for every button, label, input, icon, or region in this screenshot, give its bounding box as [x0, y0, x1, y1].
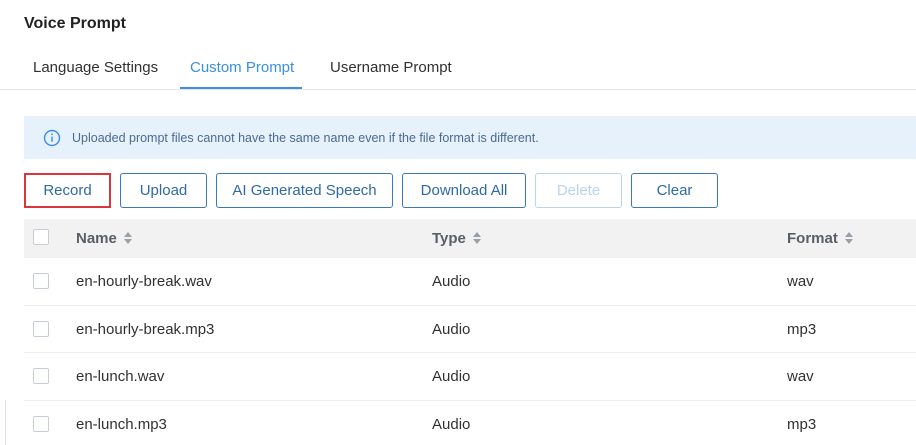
column-header-type[interactable]: Type: [432, 219, 482, 258]
page-title: Voice Prompt: [24, 15, 126, 32]
clear-button[interactable]: Clear: [631, 173, 718, 208]
column-header-name[interactable]: Name: [76, 219, 133, 258]
record-button[interactable]: Record: [24, 173, 111, 208]
info-icon: [43, 129, 61, 147]
column-header-name-label: Name: [76, 230, 117, 247]
row-checkbox[interactable]: [33, 320, 49, 337]
active-tab-indicator: [180, 87, 302, 89]
cell-type: Audio: [432, 415, 471, 433]
select-all-checkbox[interactable]: [33, 229, 49, 245]
ai-generated-speech-button[interactable]: AI Generated Speech: [216, 173, 393, 208]
cell-name: en-lunch.mp3: [76, 415, 167, 433]
notice-text: Uploaded prompt files cannot have the sa…: [72, 130, 539, 145]
table-header: Name Type Format: [24, 219, 916, 258]
table-row[interactable]: en-lunch.mp3 Audio mp3: [24, 401, 916, 445]
cell-type: Audio: [432, 273, 471, 290]
cell-format: wav: [787, 368, 814, 385]
cell-name: en-hourly-break.mp3: [76, 320, 215, 338]
tab-language-settings[interactable]: Language Settings: [33, 48, 158, 89]
column-header-format-label: Format: [787, 230, 838, 247]
column-header-format[interactable]: Format: [787, 219, 854, 258]
table-row[interactable]: en-lunch.wav Audio wav: [24, 353, 916, 401]
info-notice: Uploaded prompt files cannot have the sa…: [24, 116, 916, 159]
row-checkbox[interactable]: [33, 368, 49, 384]
sort-icon[interactable]: [123, 221, 133, 244]
sort-icon[interactable]: [844, 221, 854, 244]
cell-type: Audio: [432, 368, 471, 385]
cell-type: Audio: [432, 320, 471, 338]
window-edge: [0, 400, 6, 445]
download-all-button[interactable]: Download All: [402, 173, 526, 208]
table-row[interactable]: en-hourly-break.mp3 Audio mp3: [24, 306, 916, 353]
tab-bar: Language Settings Custom Prompt Username…: [0, 48, 916, 90]
table-row[interactable]: en-hourly-break.wav Audio wav: [24, 258, 916, 306]
tab-username-prompt[interactable]: Username Prompt: [330, 48, 452, 89]
column-header-type-label: Type: [432, 230, 466, 247]
cell-format: mp3: [787, 415, 817, 433]
cell-format: wav: [787, 273, 814, 290]
row-checkbox[interactable]: [33, 415, 49, 432]
sort-icon[interactable]: [472, 221, 482, 244]
delete-button[interactable]: Delete: [535, 173, 622, 208]
prompt-table: Name Type Format en-hourly-break.wav Aud…: [24, 219, 916, 445]
tab-custom-prompt[interactable]: Custom Prompt: [190, 48, 294, 89]
cell-format: mp3: [787, 320, 817, 338]
upload-button[interactable]: Upload: [120, 173, 207, 208]
cell-name: en-hourly-break.wav: [76, 273, 212, 290]
row-checkbox[interactable]: [33, 273, 49, 289]
cell-name: en-lunch.wav: [76, 368, 165, 385]
